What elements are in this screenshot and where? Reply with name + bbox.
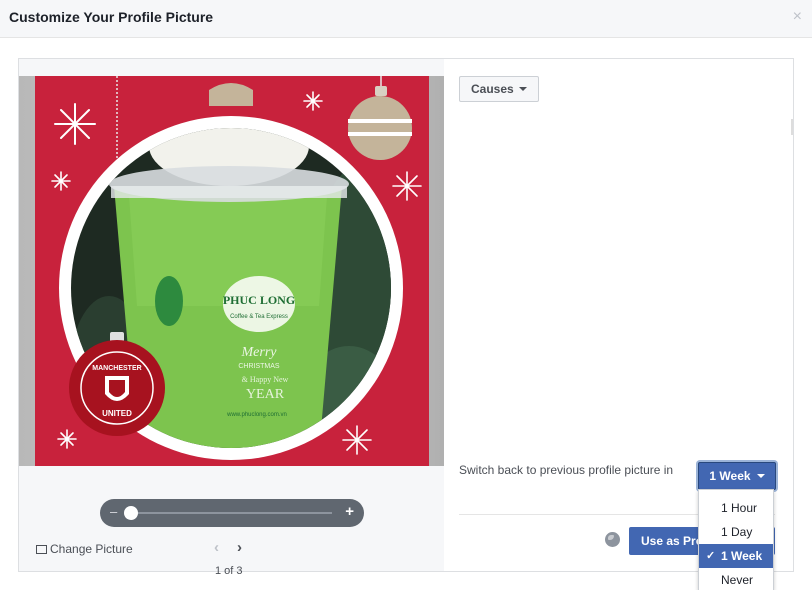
zoom-slider[interactable]: – + [100, 499, 364, 527]
cup-subtitle: Coffee & Tea Express [230, 314, 288, 320]
frame-pager: 1 of 3 [215, 565, 243, 577]
picture-editor: PHUC LONG Coffee & Tea Express Merry CHR… [19, 59, 444, 577]
caret-down-icon [518, 87, 527, 91]
duration-option-never[interactable]: Never [699, 568, 773, 590]
cup-brand: PHUC LONG [223, 293, 295, 307]
duration-option-1-hour[interactable]: 1 Hour [699, 496, 773, 520]
picture-icon [36, 544, 47, 554]
cup-url: www.phuclong.com.vn [226, 412, 287, 418]
duration-dropdown[interactable]: 1 Week [698, 462, 776, 490]
zoom-track[interactable] [126, 512, 332, 514]
editor-panel: PHUC LONG Coffee & Tea Express Merry CHR… [18, 58, 794, 577]
previous-frame-icon[interactable]: ‹ [214, 539, 219, 556]
scrollbar[interactable] [791, 119, 793, 135]
duration-selected: 1 Week [709, 469, 751, 483]
cup-greeting-1: Merry [241, 345, 278, 360]
duration-option-1-day[interactable]: 1 Day [699, 520, 773, 544]
profile-photo-preview[interactable]: PHUC LONG Coffee & Tea Express Merry CHR… [19, 76, 444, 466]
duration-menu: 1 Hour 1 Day ✓ 1 Week Never [698, 489, 774, 590]
zoom-in-icon[interactable]: + [345, 503, 354, 520]
causes-dropdown[interactable]: Causes [459, 76, 539, 102]
framed-photo: PHUC LONG Coffee & Tea Express Merry CHR… [19, 76, 444, 466]
badge-text-bottom: UNITED [102, 409, 132, 418]
snowflake-icon [54, 103, 96, 145]
dialog-header: Customize Your Profile Picture × [0, 0, 812, 38]
duration-option-1-week[interactable]: ✓ 1 Week [699, 544, 773, 568]
causes-label: Causes [471, 82, 514, 96]
change-picture-label: Change Picture [50, 542, 133, 556]
globe-icon [605, 532, 620, 547]
zoom-handle[interactable] [124, 506, 138, 520]
zoom-out-icon[interactable]: – [110, 504, 117, 519]
dialog-title: Customize Your Profile Picture [9, 9, 214, 25]
badge-text-top: MANCHESTER [92, 365, 141, 372]
cup-greeting-4: YEAR [246, 387, 285, 402]
caret-down-icon [756, 474, 765, 478]
cup-greeting-3: & Happy New [242, 375, 289, 384]
next-frame-icon[interactable]: › [237, 539, 242, 556]
switch-back-label: Switch back to previous profile picture … [459, 463, 674, 477]
cup-greeting-2: CHRISTMAS [238, 363, 280, 370]
change-picture-link[interactable]: Change Picture [36, 542, 133, 556]
check-icon: ✓ [706, 550, 716, 562]
close-icon[interactable]: × [793, 8, 802, 26]
profile-picture-dialog: Customize Your Profile Picture × PHUC LO… [0, 0, 812, 590]
